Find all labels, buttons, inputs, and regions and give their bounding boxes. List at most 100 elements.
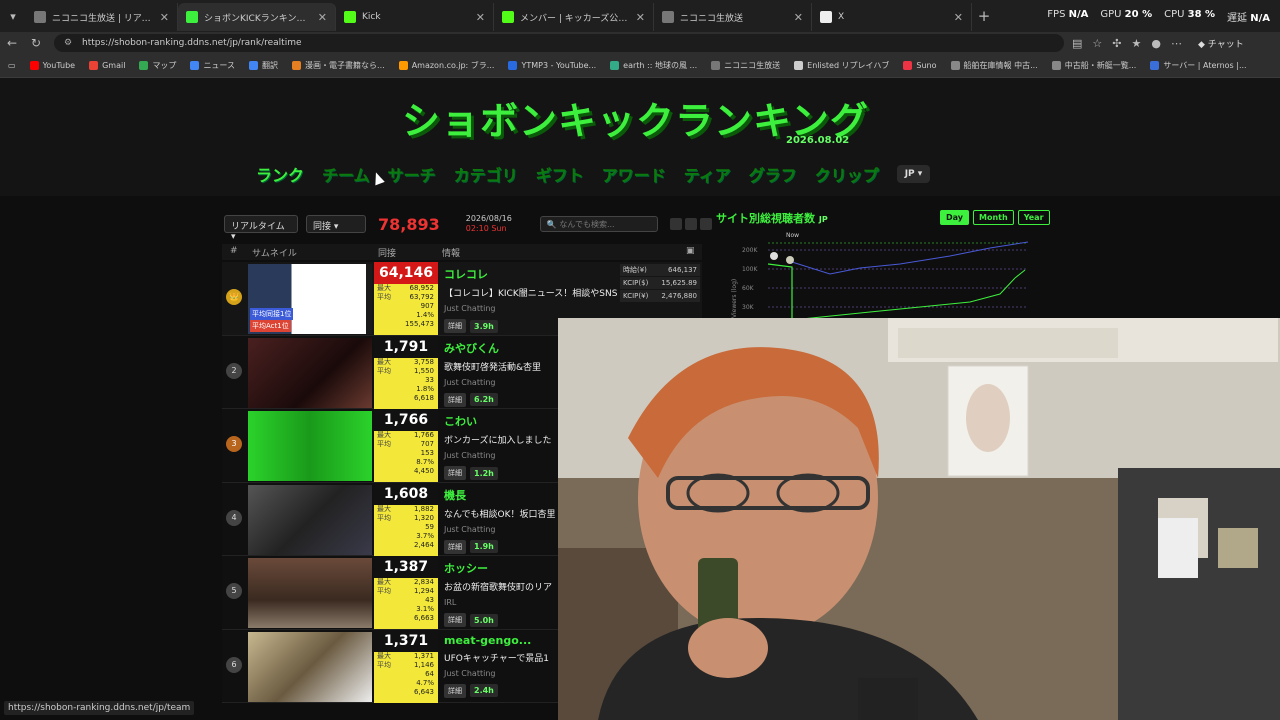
bookmark-item[interactable]: ニュース [190, 60, 235, 71]
tab-kick[interactable]: Kick ✕ [336, 3, 494, 31]
stream-thumbnail[interactable] [248, 631, 372, 702]
mode-select[interactable]: リアルタイム ▾ [224, 215, 298, 242]
nav-award[interactable]: アワード [602, 162, 666, 186]
chat-button[interactable]: ◆ チャット [1198, 37, 1244, 50]
count-pct: 8.7% [416, 458, 434, 466]
language-select[interactable]: JP ▾ [896, 165, 931, 183]
close-icon[interactable]: ✕ [954, 11, 963, 24]
badge-avg-act: 平均Act1位 [250, 320, 291, 332]
sort-select[interactable]: 同接 ▾ [306, 215, 366, 233]
stream-category[interactable]: Just Chatting [444, 304, 698, 313]
avg-value: 1,294 [413, 587, 434, 595]
bookmark-item[interactable]: Gmail [89, 61, 125, 70]
site-info-icon[interactable]: ⚙ [64, 34, 72, 52]
detail-button[interactable]: 詳細 [444, 539, 466, 554]
bookmark-item[interactable]: 翻訳 [249, 60, 278, 71]
reader-icon[interactable]: ▤ [1072, 37, 1082, 50]
stream-duration: 1.9h [470, 540, 498, 553]
extensions-icon[interactable]: ✣ [1112, 37, 1121, 50]
stream-thumbnail[interactable] [248, 558, 372, 628]
bookmark-item[interactable]: earth :: 地球の風 ... [610, 60, 697, 71]
nav-team[interactable]: チーム [322, 162, 370, 186]
count-avg: 平均 707 [374, 440, 438, 449]
bookmark-item[interactable]: 船舶在庫情報 中古... [950, 60, 1038, 71]
nav-search[interactable]: サーチ [388, 162, 436, 186]
tab-title: ショボンKICKランキング | Shobon Kick [204, 13, 312, 24]
star-icon[interactable]: ☆ [1092, 37, 1102, 50]
bookmark-icon [1051, 61, 1061, 70]
bookmark-label: 漫画・電子書籍なら... [305, 61, 385, 70]
close-icon[interactable]: ✕ [476, 11, 485, 24]
count-max: 最大 68,952 [374, 284, 438, 293]
detail-button[interactable]: 詳細 [444, 683, 466, 698]
bookmark-item[interactable]: Enlisted リプレイハブ [794, 60, 889, 71]
grid-icon[interactable] [684, 218, 697, 230]
stream-thumbnail[interactable] [248, 411, 372, 481]
back-icon[interactable]: ← [0, 36, 24, 50]
bookmark-item[interactable]: ニコニコ生放送 [711, 60, 780, 71]
nav-graph[interactable]: グラフ [749, 162, 797, 186]
range-day-button[interactable]: Day [940, 210, 970, 225]
stream-duration: 6.2h [470, 393, 498, 406]
stat-value: 2,476,880 [661, 292, 697, 300]
viewers-graph: Now Viewers (log) 200K 100K 60K 30K [731, 232, 1029, 320]
close-icon[interactable]: ✕ [318, 11, 327, 24]
avg-label: 平均 [377, 587, 391, 595]
nav-category[interactable]: カテゴリ [454, 162, 518, 186]
nav-gift[interactable]: ギフト [536, 162, 584, 186]
current-count: 1,608 [374, 482, 438, 505]
search-input[interactable]: 🔍 なんでも検索... [539, 216, 658, 232]
tab-x[interactable]: X ✕ [812, 3, 972, 31]
bookmark-item[interactable]: YouTube [29, 61, 75, 70]
url-field[interactable]: ⚙ https://shobon-ranking.ddns.net/jp/ran… [54, 34, 1064, 52]
new-tab-button[interactable]: + [972, 7, 996, 25]
detail-button[interactable]: 詳細 [444, 613, 466, 627]
detail-button[interactable]: 詳細 [444, 319, 466, 333]
expand-icon[interactable]: ▣ [686, 246, 695, 256]
y-tick: 200K [742, 247, 758, 254]
profile-icon[interactable]: ● [1151, 37, 1161, 50]
bookmark-item[interactable]: Amazon.co.jp: ブラ... [398, 60, 494, 71]
close-icon[interactable]: ✕ [794, 11, 803, 24]
tab-kickers[interactable]: メンバー | キッカーズ公式サイト ✕ [494, 3, 654, 31]
graph-avatar-icon[interactable] [786, 256, 794, 264]
viewer-count: 1,608 最大 1,882 平均 1,320 59 3.7% 2,464 [374, 482, 438, 556]
bookmark-menu-icon[interactable]: ▭ [8, 61, 16, 70]
close-icon[interactable]: ✕ [636, 11, 645, 24]
stream-thumbnail[interactable] [248, 484, 372, 555]
count-a: 907 [420, 302, 434, 310]
bookmark-item[interactable]: マップ [139, 60, 176, 71]
graph-region: JP [818, 215, 828, 224]
nav-rank[interactable]: ランク [256, 162, 304, 186]
bookmark-item[interactable]: Suno [903, 61, 937, 70]
bookmark-item[interactable]: 中古船・新艇一覧... [1051, 60, 1136, 71]
fps-stat: FPS N/A [1047, 9, 1088, 24]
more-icon[interactable]: ⋯ [1171, 37, 1182, 50]
series-line-kick-trend [791, 269, 1026, 320]
camera-icon[interactable] [669, 218, 682, 230]
detail-button[interactable]: 詳細 [444, 392, 466, 407]
favorites-icon[interactable]: ★ [1132, 37, 1142, 50]
avg-label: 平均 [377, 366, 391, 375]
range-year-button[interactable]: Year [1017, 210, 1050, 225]
current-count: 1,371 [374, 629, 438, 652]
bookmark-label: 翻訳 [262, 61, 279, 70]
webcam-image [558, 318, 1280, 720]
stream-thumbnail[interactable] [248, 337, 372, 408]
reload-icon[interactable]: ↻ [24, 36, 48, 50]
close-icon[interactable]: ✕ [160, 11, 169, 24]
tab-shobon-kick[interactable]: ショボンKICKランキング | Shobon Kick ✕ [178, 3, 336, 31]
range-month-button[interactable]: Month [973, 210, 1014, 225]
nav-clip[interactable]: クリップ [815, 162, 879, 186]
tab-nico-ranking[interactable]: ニコニコ生放送 | リアルタイムランキング ✕ [26, 3, 178, 31]
tab-search-icon[interactable]: ▾ [0, 3, 26, 29]
bookmark-item[interactable]: 漫画・電子書籍なら... [292, 60, 385, 71]
tab-nico-live[interactable]: ニコニコ生放送 ✕ [654, 3, 812, 31]
list-icon[interactable] [699, 218, 712, 230]
detail-button[interactable]: 詳細 [444, 466, 466, 480]
stream-thumbnail[interactable]: 平均同接1位 平均Act1位 [248, 264, 372, 334]
bookmark-item[interactable]: サーバー | Aternos |... [1150, 60, 1247, 71]
graph-avatar-icon[interactable] [770, 252, 778, 260]
nav-tier[interactable]: ティア [684, 162, 731, 186]
bookmark-item[interactable]: YTMP3 - YouTube... [508, 61, 596, 70]
